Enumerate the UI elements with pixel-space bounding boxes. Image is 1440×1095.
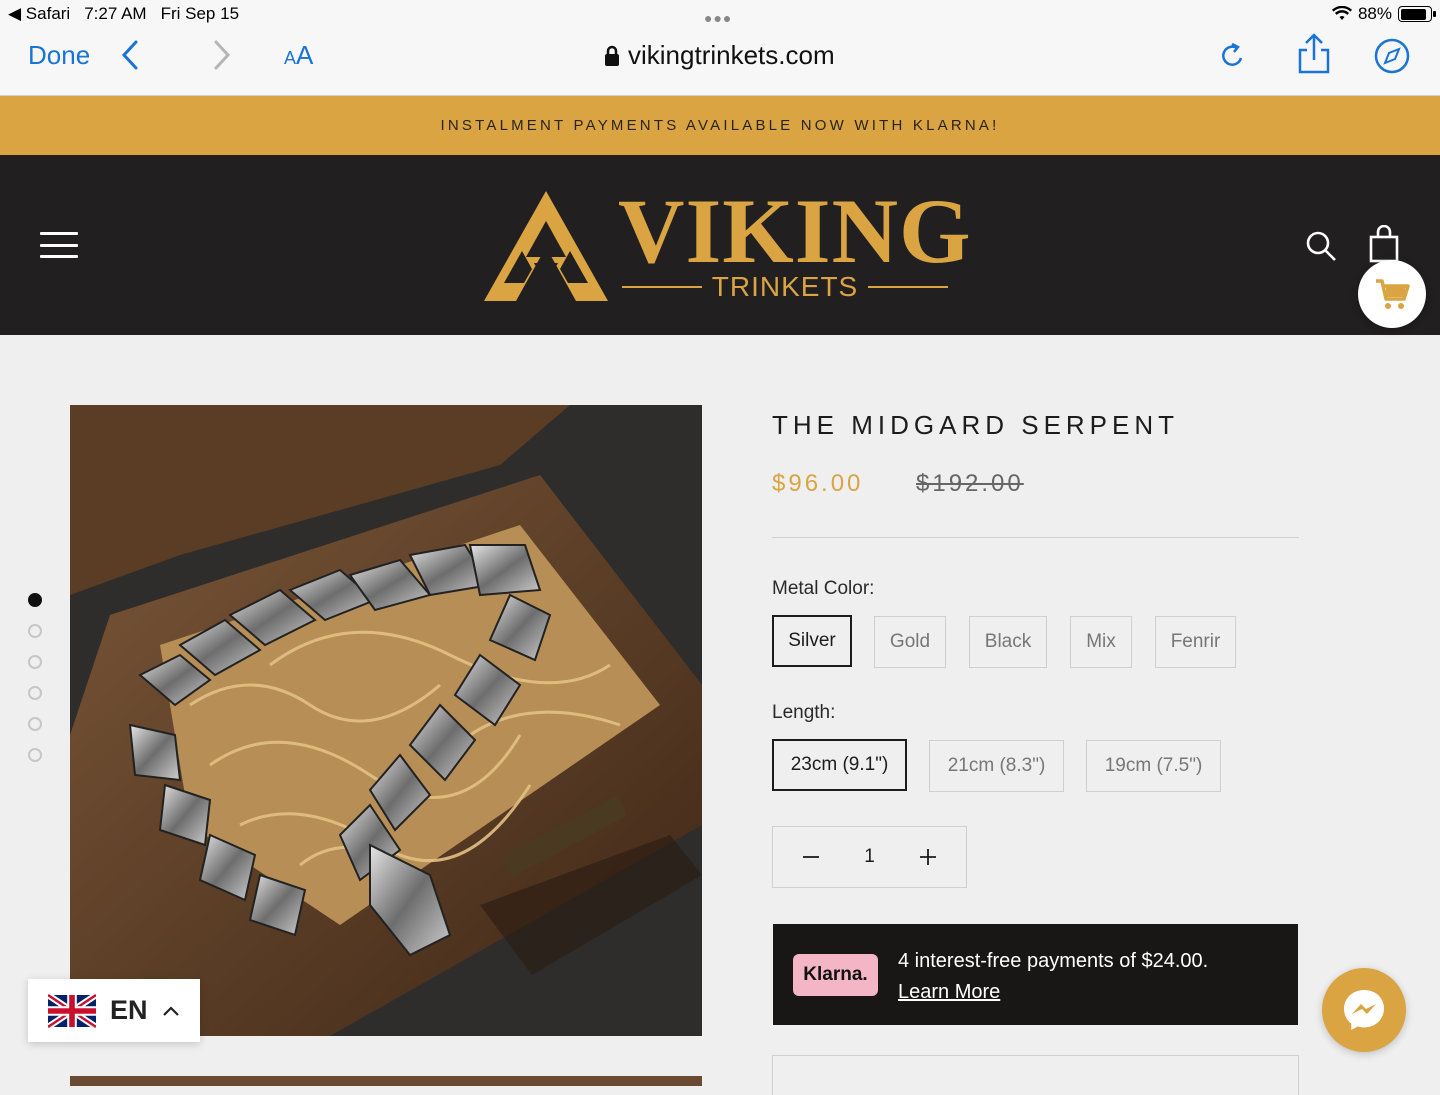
- sale-price: $96.00: [772, 470, 864, 497]
- messenger-icon: [1344, 990, 1384, 1030]
- divider: [772, 537, 1299, 538]
- site-logo[interactable]: VIKING TRINKETS: [484, 185, 971, 307]
- length-label: Length:: [772, 702, 836, 723]
- back-app-label: Safari: [25, 4, 71, 23]
- battery-percent: 88%: [1357, 4, 1392, 23]
- shopping-bag-icon[interactable]: [1368, 225, 1400, 263]
- promo-banner[interactable]: INSTALMENT PAYMENTS AVAILABLE NOW WITH K…: [0, 96, 1440, 155]
- multitask-dots-icon[interactable]: ●●●: [704, 10, 732, 26]
- gallery-dot[interactable]: [28, 717, 42, 731]
- wifi-icon: [1331, 6, 1352, 20]
- text-size-large: A: [296, 40, 314, 70]
- floating-cart-button[interactable]: [1358, 260, 1426, 328]
- logo-wordmark: VIKING: [618, 180, 972, 282]
- gallery-dot[interactable]: [28, 748, 42, 762]
- back-icon[interactable]: [118, 38, 142, 72]
- language-code: EN: [110, 995, 148, 1025]
- uk-flag-icon: [48, 993, 96, 1028]
- gallery-dot[interactable]: [28, 686, 42, 700]
- metal-option-black[interactable]: Black: [969, 616, 1047, 668]
- klarna-learn-more-link[interactable]: Learn More: [898, 981, 1000, 1003]
- messenger-chat-button[interactable]: [1322, 968, 1406, 1052]
- serpent-bracelet-image: [70, 405, 702, 1036]
- url-text: vikingtrinkets.com: [628, 40, 835, 70]
- address-bar[interactable]: vikingtrinkets.com: [604, 40, 835, 71]
- length-option-23cm[interactable]: 23cm (9.1"): [772, 739, 907, 791]
- add-to-cart-area[interactable]: [772, 1055, 1299, 1095]
- status-bar: ◀ Safari 7:27 AM Fri Sep 15 ●●● 88%: [0, 0, 1440, 30]
- metal-color-label: Metal Color:: [772, 578, 875, 599]
- quantity-value[interactable]: 1: [864, 846, 875, 868]
- gallery-dot[interactable]: [28, 593, 42, 607]
- language-switcher[interactable]: EN: [28, 979, 200, 1042]
- logo-subtitle-text: TRINKETS: [711, 271, 859, 302]
- battery-icon: [1398, 6, 1436, 22]
- search-icon[interactable]: [1304, 229, 1338, 263]
- length-option-19cm[interactable]: 19cm (7.5"): [1086, 740, 1221, 792]
- reload-icon[interactable]: [1214, 38, 1250, 74]
- klarna-badge: Klarna.: [793, 954, 878, 996]
- done-button[interactable]: Done: [28, 40, 90, 71]
- metal-option-gold[interactable]: Gold: [874, 616, 946, 668]
- product-image[interactable]: [70, 405, 702, 1036]
- status-time: 7:27 AM: [84, 4, 147, 23]
- share-icon[interactable]: [1294, 32, 1334, 76]
- site-header: VIKING TRINKETS: [0, 155, 1440, 335]
- quantity-stepper: 1: [772, 826, 967, 888]
- metal-option-mix[interactable]: Mix: [1070, 616, 1132, 668]
- back-to-app[interactable]: ◀ Safari: [8, 4, 70, 24]
- plus-icon[interactable]: [918, 847, 938, 867]
- metal-option-silver[interactable]: Silver: [772, 615, 852, 667]
- gallery-dot[interactable]: [28, 624, 42, 638]
- metal-option-fenrir[interactable]: Fenrir: [1155, 616, 1236, 668]
- chevron-up-icon: [162, 1005, 179, 1016]
- status-date: Fri Sep 15: [160, 4, 240, 23]
- logo-subtitle: TRINKETS: [622, 271, 948, 303]
- length-option-21cm[interactable]: 21cm (8.3"): [929, 740, 1064, 792]
- next-product-image[interactable]: [70, 1076, 702, 1086]
- text-size-button[interactable]: AA: [284, 40, 313, 71]
- gallery-dots: [28, 593, 42, 779]
- gallery-dot[interactable]: [28, 655, 42, 669]
- klarna-message: 4 interest-free payments of $24.00.: [898, 950, 1209, 972]
- product-title: THE MIDGARD SERPENT: [772, 410, 1180, 440]
- menu-icon[interactable]: [40, 232, 78, 258]
- valknut-logo-icon: [484, 191, 608, 301]
- lock-icon: [605, 45, 619, 66]
- text-size-small: A: [284, 48, 297, 68]
- browser-toolbar: Done AA vikingtrinkets.com: [0, 30, 1440, 96]
- cart-icon: [1376, 279, 1410, 309]
- compass-icon[interactable]: [1372, 36, 1412, 76]
- minus-icon[interactable]: [801, 847, 821, 867]
- compare-price: $192.00: [916, 470, 1024, 497]
- klarna-promo: Klarna. 4 interest-free payments of $24.…: [773, 924, 1298, 1025]
- forward-icon[interactable]: [210, 38, 234, 72]
